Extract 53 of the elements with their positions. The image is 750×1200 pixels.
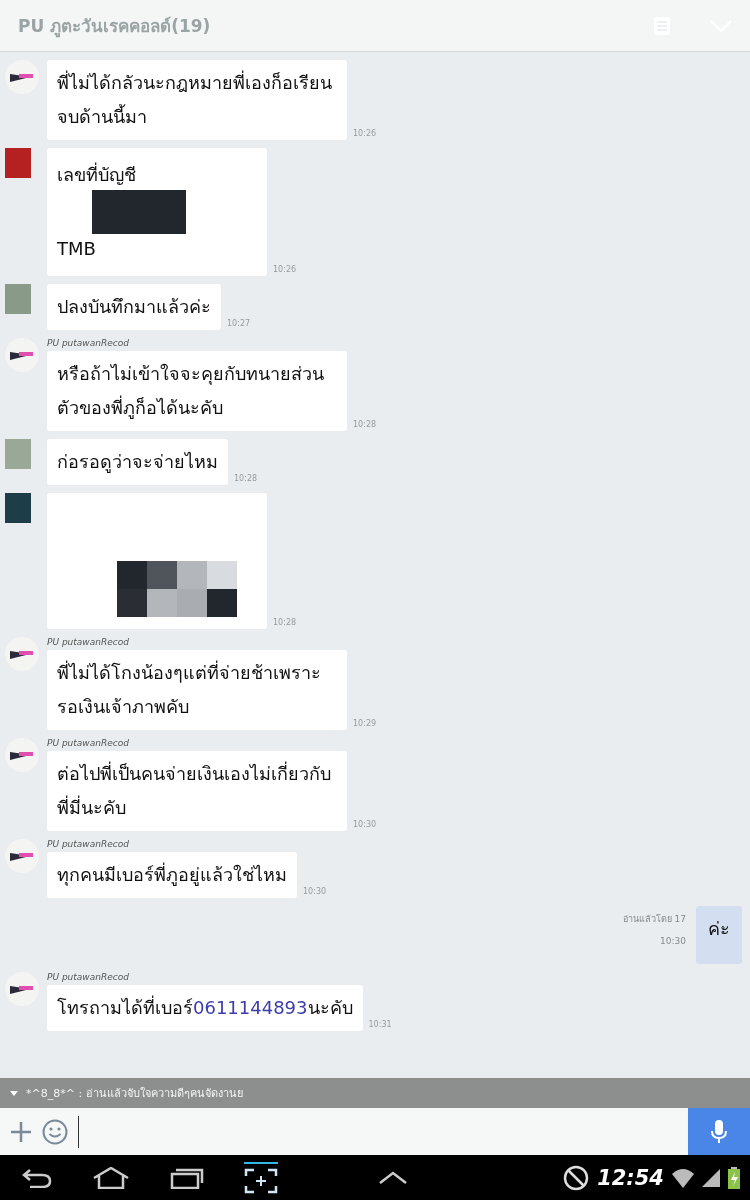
- message-bubble: พี่ไม่ได้โกงน้องๆแต่ที่จ่ายช้าเพราะรอเงินเจ้าภาพคับ: [47, 650, 347, 730]
- screenshot-icon[interactable]: [244, 1161, 278, 1194]
- message-bubble: โทรถามได้ที่เบอร์0611144893นะคับ: [47, 985, 363, 1031]
- back-icon[interactable]: [22, 1167, 52, 1188]
- chevron-up-icon[interactable]: [378, 1170, 408, 1185]
- sync-off-icon: [563, 1164, 590, 1191]
- message-time: 10:30: [303, 887, 328, 898]
- signal-icon: [702, 1168, 720, 1187]
- sender-name: PU putawanRecod: [47, 637, 130, 647]
- avatar[interactable]: [5, 60, 39, 94]
- sender-name: PU putawanRecod: [47, 839, 130, 849]
- smiley-icon[interactable]: [42, 1118, 68, 1145]
- avatar[interactable]: [5, 738, 39, 772]
- avatar[interactable]: [5, 972, 39, 1006]
- avatar[interactable]: [5, 637, 39, 671]
- chat-title: PU ภูตะวันเรคคอลด์(19): [18, 15, 212, 39]
- sender-name: PU putawanRecod: [47, 338, 130, 348]
- message-time: 10:31: [368, 1020, 393, 1031]
- recent-apps-icon[interactable]: [170, 1166, 204, 1189]
- message-time: 10:28: [273, 618, 298, 629]
- message-time: 10:26: [353, 129, 378, 140]
- notification-text: *^8_8*^ : อ่านแล้วจับใจความดีๆคนจัดงานย: [26, 1086, 243, 1102]
- message-bubble: หรือถ้าไม่เข้าใจจะคุยกับทนายส่วนตัวของพี่ภูก็อได้นะคับ: [47, 351, 347, 431]
- sender-name: PU putawanRecod: [47, 738, 130, 748]
- sender-name: PU putawanRecod: [47, 972, 130, 982]
- wifi-icon: [672, 1167, 694, 1188]
- microphone-icon: [711, 1119, 727, 1144]
- caret-icon: [10, 1090, 18, 1096]
- message-time: 10:27: [227, 319, 252, 330]
- clock: 12:54: [597, 1165, 664, 1190]
- message-time: 10:30: [353, 820, 378, 831]
- avatar[interactable]: [5, 338, 39, 372]
- message-composer[interactable]: [0, 1108, 750, 1155]
- message-bubble: พี่ไม่ได้กลัวนะกฎหมายพี่เองก็อเรียนจบด้านนี้มา: [47, 60, 347, 140]
- message-bubble: ต่อไปพี่เป็นคนจ่ายเงินเองไม่เกี่ยวกับพี่มี่นะคับ: [47, 751, 347, 831]
- message-bubble: ปลงบันทึกมาแล้วค่ะ: [47, 284, 221, 330]
- message-bubble: ค่ะ: [696, 906, 742, 964]
- message-time: 10:30: [660, 936, 686, 946]
- phone-link[interactable]: 0611144893: [193, 997, 308, 1018]
- message-time: 10:28: [353, 420, 378, 431]
- message-bubble: ก่อรอดูว่าจะจ่ายไหม: [47, 439, 228, 485]
- message-bubble: ทุกคนมีเบอร์พี่ภูอยู่แล้วใช่ไหม: [47, 852, 297, 898]
- message-text: TMB: [57, 237, 97, 261]
- read-receipt: อ่านแล้วโดย 17: [622, 913, 686, 926]
- battery-icon: [728, 1166, 740, 1189]
- message-time: 10:29: [353, 719, 378, 730]
- voice-button[interactable]: [688, 1108, 750, 1155]
- home-icon[interactable]: [92, 1166, 130, 1189]
- avatar[interactable]: [5, 839, 39, 873]
- plus-icon[interactable]: [10, 1120, 32, 1143]
- message-time: 10:26: [273, 265, 298, 276]
- message-text: เลขที่บัญชี: [57, 161, 137, 187]
- message-time: 10:28: [234, 474, 259, 485]
